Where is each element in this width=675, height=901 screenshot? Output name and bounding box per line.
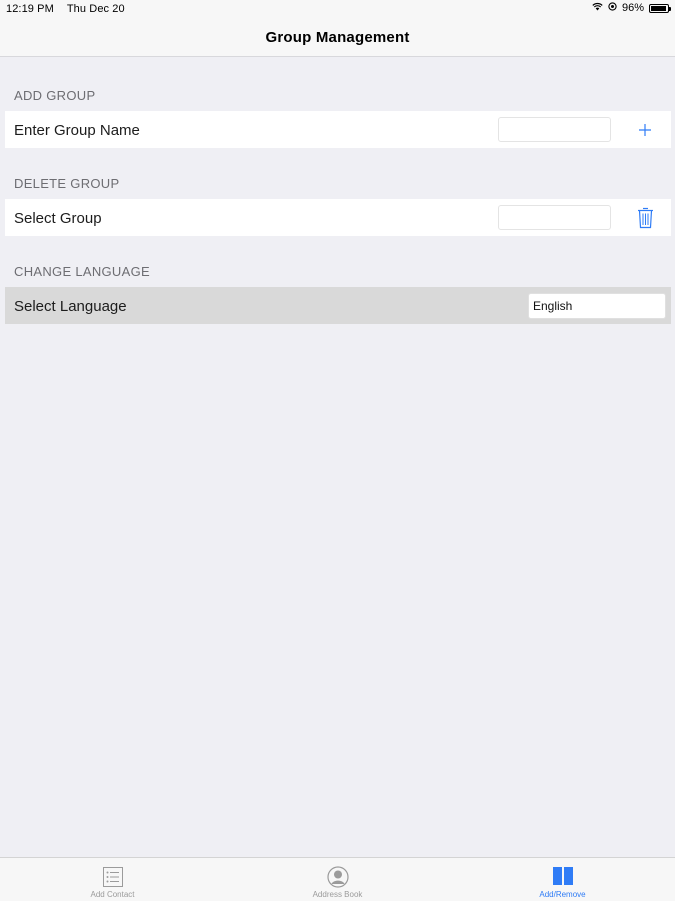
delete-group-header: DELETE GROUP <box>14 176 120 191</box>
battery-icon <box>649 3 671 13</box>
battery-percent: 96% <box>621 2 644 14</box>
group-name-input[interactable] <box>498 117 611 142</box>
add-group-row: Enter Group Name <box>5 111 671 148</box>
tab-add-contact[interactable]: Add Contact <box>0 858 225 901</box>
tab-bar: Add Contact Address Book Add/Remove <box>0 857 675 901</box>
tab-label: Add Contact <box>90 890 135 899</box>
trash-icon <box>637 207 653 228</box>
select-group-label: Select Group <box>14 210 102 227</box>
page-title: Group Management <box>265 28 410 46</box>
plus-icon <box>639 123 651 136</box>
change-language-row[interactable]: Select Language English <box>5 287 671 324</box>
battery-level <box>651 5 667 11</box>
select-language-label: Select Language <box>14 298 127 315</box>
tab-label: Address Book <box>312 890 363 899</box>
change-language-header: CHANGE LANGUAGE <box>14 264 150 279</box>
status-bar: 12:19 PM Thu Dec 20 96% <box>0 0 675 18</box>
language-select[interactable]: English <box>528 293 666 319</box>
enter-group-name-label: Enter Group Name <box>14 122 140 139</box>
status-time: 12:19 PM <box>6 3 54 15</box>
list-icon <box>102 866 124 893</box>
tab-add-remove[interactable]: Add/Remove <box>450 858 675 901</box>
select-group-field[interactable] <box>498 205 611 230</box>
book-icon <box>552 866 574 891</box>
add-group-header: ADD GROUP <box>14 88 96 103</box>
tab-address-book[interactable]: Address Book <box>225 858 450 901</box>
tab-label: Add/Remove <box>539 890 586 899</box>
delete-group-button[interactable] <box>633 204 657 231</box>
wifi-icon <box>592 2 603 14</box>
delete-group-row: Select Group <box>5 199 671 236</box>
person-icon <box>326 866 349 893</box>
navigation-bar: Group Management <box>0 18 675 57</box>
add-group-button[interactable] <box>633 119 657 140</box>
status-date: Thu Dec 20 <box>66 3 125 15</box>
location-icon <box>608 2 617 14</box>
